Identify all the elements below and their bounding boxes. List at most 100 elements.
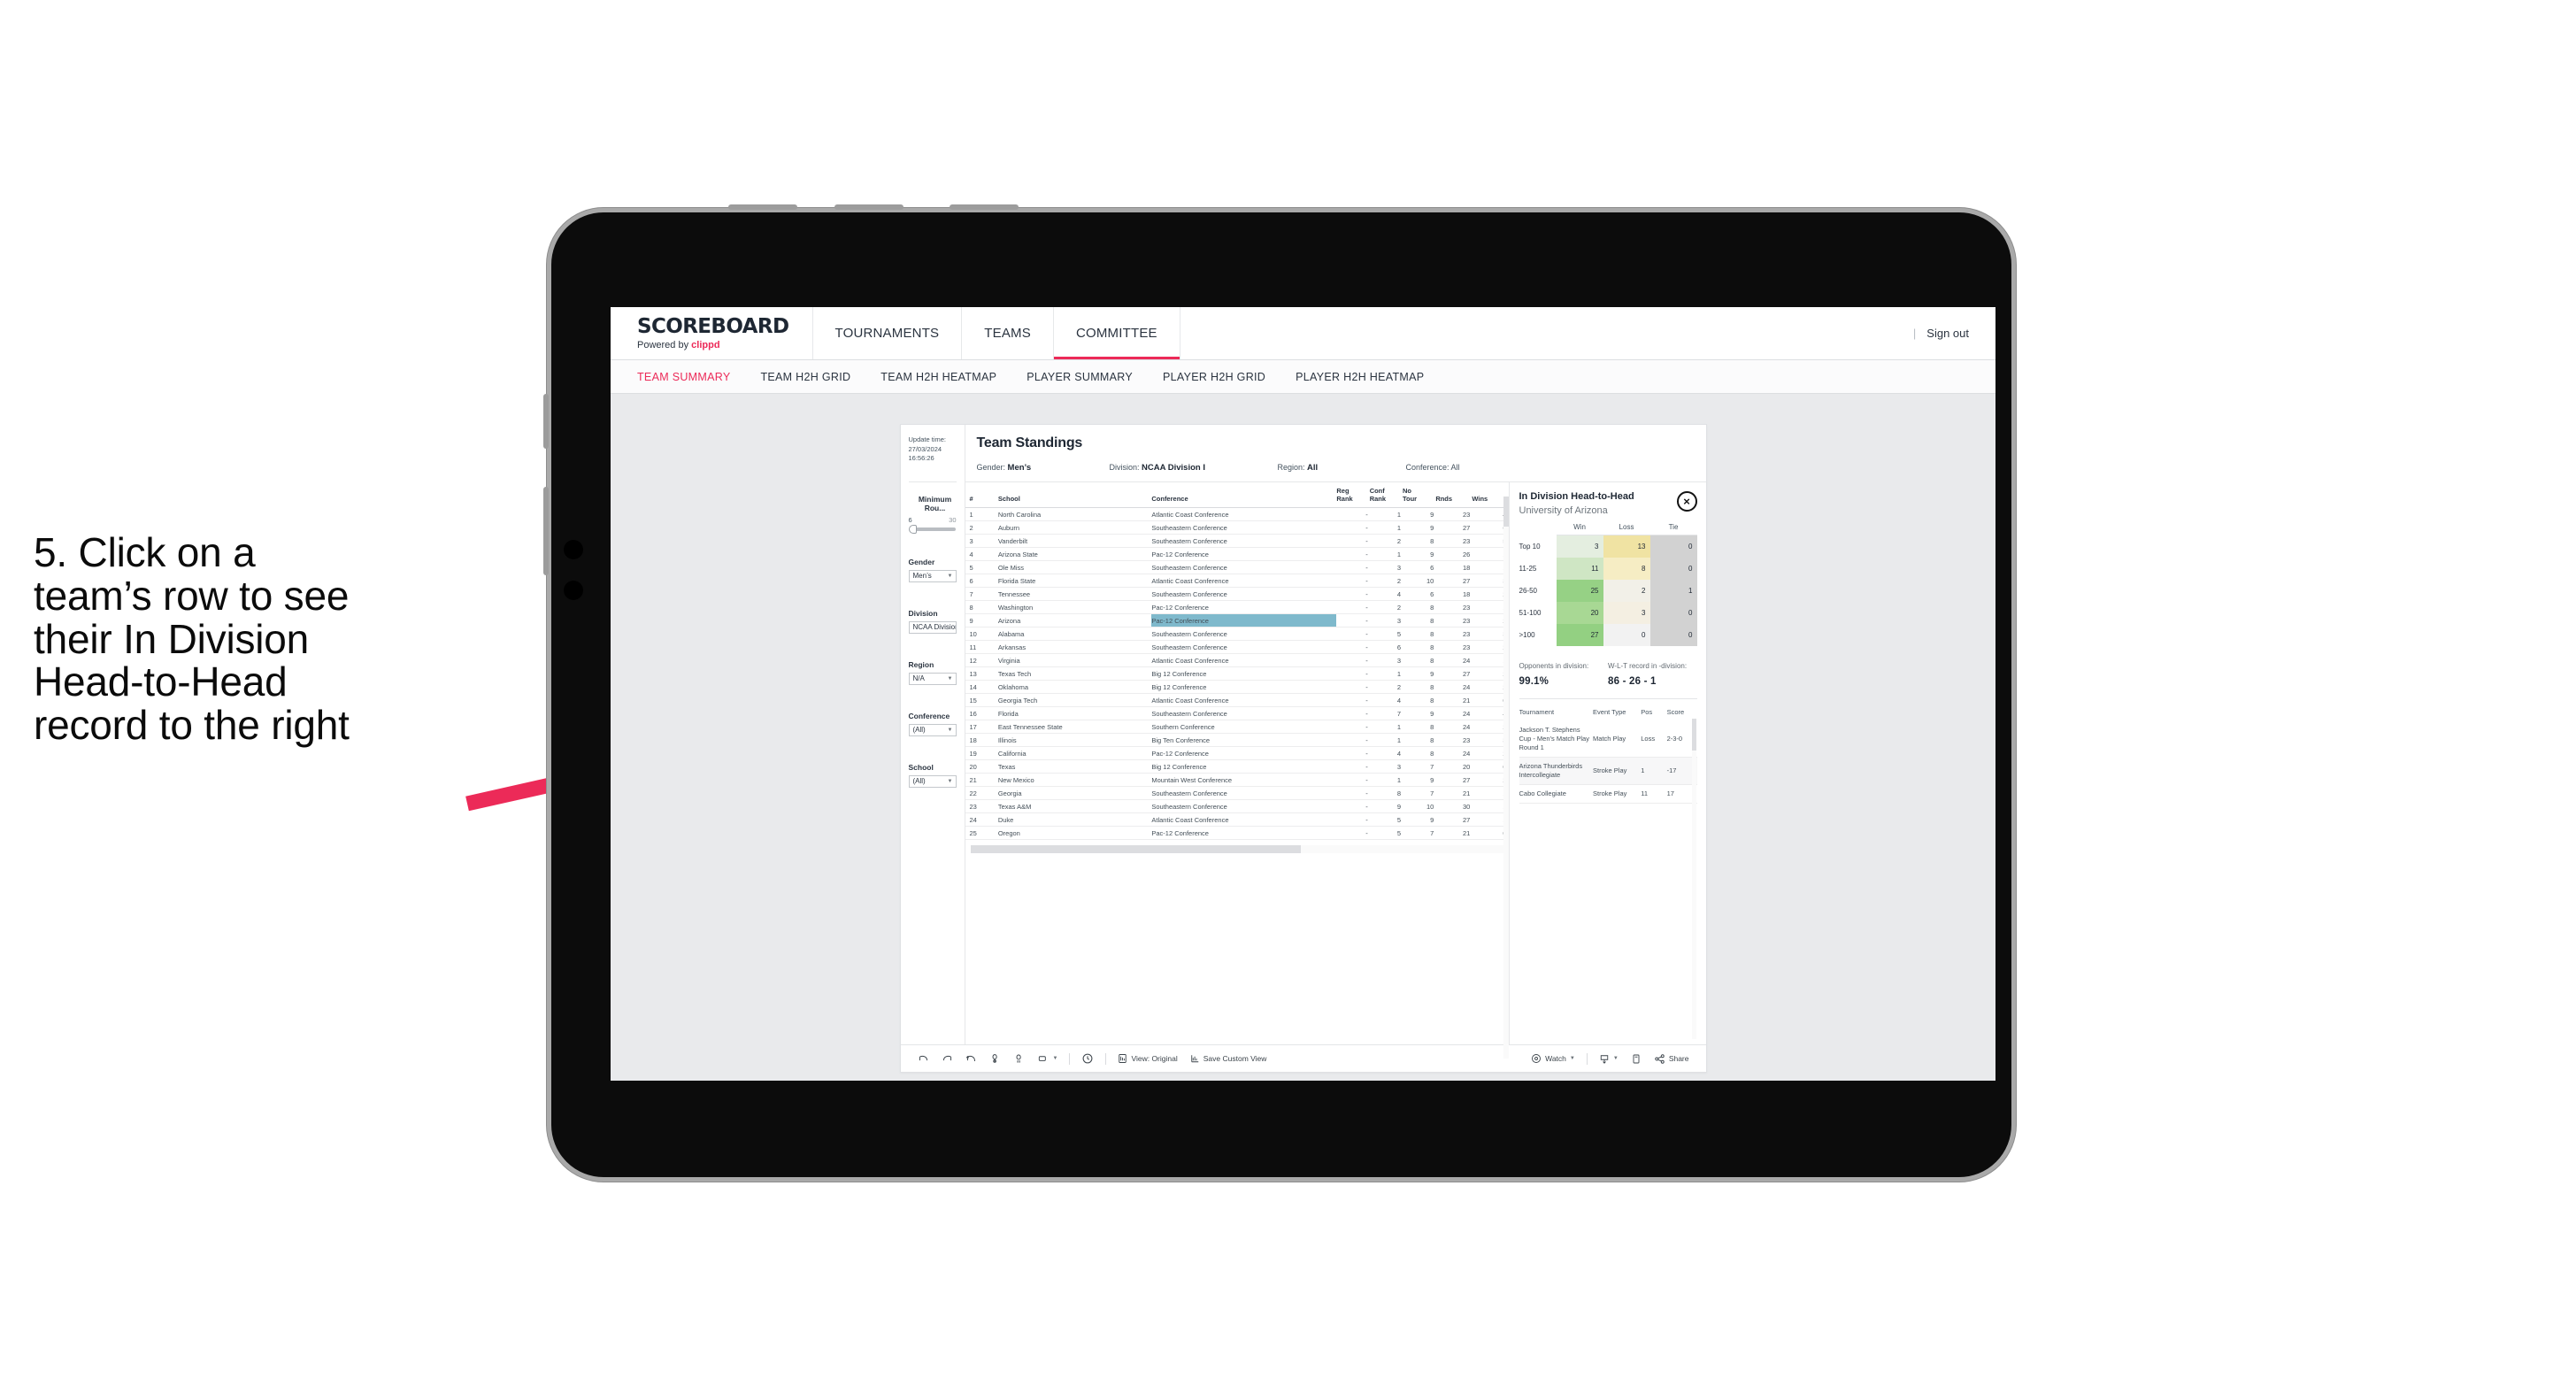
rnds-cell[interactable]: 23 (1435, 640, 1473, 654)
school-cell[interactable]: Vanderbilt (997, 534, 1152, 548)
col-rank[interactable]: # (965, 482, 998, 508)
conference-cell[interactable]: Pac-12 Conference (1151, 600, 1337, 614)
conf-rank-cell[interactable]: 2 (1369, 680, 1403, 694)
table-row[interactable]: 21 New Mexico Mountain West Conference -1 9 2… (965, 773, 1509, 787)
brand-logo[interactable]: SCOREBOARD Powered by clippd (611, 307, 813, 359)
tab-player-summary[interactable]: PLAYER SUMMARY (1027, 371, 1133, 383)
reg-rank-cell[interactable]: - (1336, 680, 1370, 694)
col-conference[interactable]: Conference (1151, 482, 1337, 508)
h2h-win-cell[interactable]: 27 (1556, 623, 1603, 646)
no-tour-cell[interactable]: 7 (1403, 826, 1436, 840)
rank-cell[interactable]: 25 (965, 826, 998, 840)
tournament-row[interactable]: Cabo Collegiate Stroke Play 11 17 (1519, 784, 1697, 805)
rank-cell[interactable]: 24 (965, 812, 998, 827)
school-filter-select[interactable]: (All) ▼ (908, 774, 957, 788)
h2h-loss-cell[interactable]: 3 (1603, 601, 1650, 624)
no-tour-cell[interactable]: 8 (1403, 733, 1436, 747)
tab-team-h2h-grid[interactable]: TEAM H2H GRID (760, 371, 850, 383)
undo-button[interactable] (911, 1053, 935, 1065)
conference-cell[interactable]: Southeastern Conference (1151, 587, 1337, 601)
conference-cell[interactable]: Southeastern Conference (1151, 520, 1337, 535)
rnds-cell[interactable]: 27 (1435, 520, 1473, 535)
conference-cell[interactable]: Mountain West Conference (1151, 773, 1337, 787)
rank-cell[interactable]: 2 (965, 520, 998, 535)
conference-filter-select[interactable]: (All) ▼ (908, 723, 957, 736)
fullscreen-button[interactable] (1625, 1053, 1648, 1065)
pause-auto-updates-button[interactable] (1075, 1052, 1100, 1065)
table-row[interactable]: 17 East Tennessee State Southern Conferenc… (965, 720, 1509, 734)
h2h-tie-cell[interactable]: 0 (1649, 535, 1697, 558)
no-tour-cell[interactable]: 9 (1403, 507, 1436, 521)
conf-rank-cell[interactable]: 7 (1369, 706, 1403, 720)
rnds-cell[interactable]: 21 (1435, 693, 1473, 707)
watch-button[interactable]: Watch ▼ (1525, 1053, 1581, 1064)
school-cell[interactable]: Texas Tech (997, 666, 1152, 681)
no-tour-cell[interactable]: 9 (1403, 666, 1436, 681)
conf-rank-cell[interactable]: 8 (1369, 786, 1403, 800)
reg-rank-cell[interactable]: - (1336, 812, 1370, 827)
col-conf-rank[interactable]: Conf Rank (1369, 482, 1403, 508)
no-tour-cell[interactable]: 8 (1403, 746, 1436, 760)
no-tour-cell[interactable]: 8 (1403, 693, 1436, 707)
school-cell[interactable]: Arizona State (997, 547, 1152, 561)
reg-rank-cell[interactable]: - (1336, 547, 1370, 561)
conference-cell[interactable]: Big 12 Conference (1151, 759, 1337, 774)
conf-rank-cell[interactable]: 2 (1369, 600, 1403, 614)
school-cell[interactable]: East Tennessee State (997, 720, 1152, 734)
table-row[interactable]: 1 North Carolina Atlantic Coast Conference… (965, 507, 1509, 521)
rank-cell[interactable]: 16 (965, 706, 998, 720)
reg-rank-cell[interactable]: - (1336, 534, 1370, 548)
rnds-cell[interactable]: 27 (1435, 773, 1473, 787)
revert-button[interactable] (959, 1053, 983, 1065)
h2h-win-cell[interactable]: 20 (1556, 601, 1603, 624)
school-cell[interactable]: Texas A&M (997, 799, 1152, 813)
rank-cell[interactable]: 3 (965, 534, 998, 548)
conference-cell[interactable]: Southeastern Conference (1151, 706, 1337, 720)
rnds-cell[interactable]: 27 (1435, 666, 1473, 681)
no-tour-cell[interactable]: 8 (1403, 640, 1436, 654)
division-filter-select[interactable]: NCAA Division I (908, 620, 957, 634)
reg-rank-cell[interactable]: - (1336, 706, 1370, 720)
rank-cell[interactable]: 15 (965, 693, 998, 707)
conf-rank-cell[interactable]: 4 (1369, 746, 1403, 760)
table-row[interactable]: 9ArizonaPac-12 Conference-38232 (965, 613, 1509, 628)
h2h-win-cell[interactable]: 25 (1556, 579, 1603, 602)
no-tour-cell[interactable]: 9 (1403, 520, 1436, 535)
rnds-cell[interactable]: 27 (1435, 812, 1473, 827)
reg-rank-cell[interactable]: - (1336, 627, 1370, 641)
no-tour-cell[interactable]: 10 (1403, 799, 1436, 813)
conf-rank-cell[interactable]: 3 (1369, 613, 1403, 628)
school-cell[interactable]: Oklahoma (997, 680, 1152, 694)
device-preview-button[interactable]: ▼ (1031, 1053, 1065, 1065)
conference-cell[interactable]: Big Ten Conference (1151, 733, 1337, 747)
h2h-tie-cell[interactable]: 0 (1649, 601, 1697, 624)
col-tournament[interactable]: Tournament (1519, 708, 1594, 721)
table-row[interactable]: 14OklahomaBig 12 Conference-28242 (965, 680, 1509, 694)
rnds-cell[interactable]: 18 (1435, 560, 1473, 574)
rnds-cell[interactable]: 23 (1435, 600, 1473, 614)
school-cell[interactable]: Arizona (997, 613, 1152, 628)
rnds-cell[interactable]: 20 (1435, 759, 1473, 774)
rnds-cell[interactable]: 24 (1435, 746, 1473, 760)
rnds-cell[interactable]: 24 (1435, 720, 1473, 734)
conf-rank-cell[interactable]: 1 (1369, 547, 1403, 561)
h2h-loss-cell[interactable]: 2 (1603, 579, 1650, 602)
col-school[interactable]: School (997, 482, 1152, 508)
col-event-type[interactable]: Event Type (1593, 708, 1641, 721)
reg-rank-cell[interactable]: - (1336, 613, 1370, 628)
reg-rank-cell[interactable]: - (1336, 799, 1370, 813)
rank-cell[interactable]: 10 (965, 627, 998, 641)
rnds-cell[interactable]: 23 (1435, 613, 1473, 628)
conference-cell[interactable]: Southeastern Conference (1151, 534, 1337, 548)
rank-cell[interactable]: 5 (965, 560, 998, 574)
reg-rank-cell[interactable]: - (1336, 746, 1370, 760)
rank-cell[interactable]: 18 (965, 733, 998, 747)
school-cell[interactable]: New Mexico (997, 773, 1152, 787)
school-cell[interactable]: Georgia (997, 786, 1152, 800)
table-row[interactable]: 6 Florida State Atlantic Coast Conference -… (965, 574, 1509, 588)
min-rounds-slider[interactable] (908, 524, 956, 534)
rnds-cell[interactable]: 24 (1435, 680, 1473, 694)
min-rounds-slider-handle[interactable] (908, 524, 917, 534)
no-tour-cell[interactable]: 8 (1403, 680, 1436, 694)
conf-rank-cell[interactable]: 2 (1369, 574, 1403, 588)
